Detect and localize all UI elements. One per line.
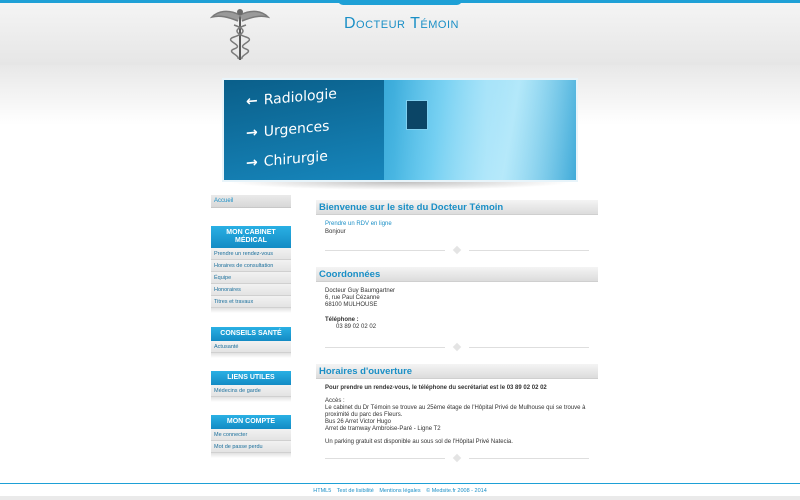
- address-street: 6, rue Paul Cézanne: [325, 295, 380, 301]
- footer-link-mentions[interactable]: Mentions légales: [379, 488, 420, 494]
- sidebar-item-medecins-garde[interactable]: Médecins de garde: [211, 385, 291, 397]
- footer: HTML5 Test de lisibilité Mentions légale…: [0, 488, 800, 494]
- section-divider: [325, 342, 589, 352]
- section-divider: [325, 245, 589, 255]
- sidebar-item-equipe[interactable]: Équipe: [211, 272, 291, 284]
- footer-accent-line: [0, 483, 800, 484]
- coords-title: Coordonnées: [316, 267, 598, 282]
- sidebar-block-shadow: [211, 397, 291, 402]
- sidebar-item-honoraires[interactable]: Honoraires: [211, 284, 291, 296]
- sidebar-block-shadow: [211, 353, 291, 358]
- footer-link-lisibilite[interactable]: Test de lisibilité: [337, 488, 374, 494]
- arrow-right-icon: →: [246, 124, 258, 142]
- sidebar-item-mot-de-passe[interactable]: Mot de passe perdu: [211, 441, 291, 453]
- footer-link-html5[interactable]: HTML5: [313, 488, 331, 494]
- site-title[interactable]: Docteur Témoin: [344, 15, 459, 33]
- address-city: 68100 MULHOUSE: [325, 302, 378, 308]
- welcome-section: Bienvenue sur le site du Docteur Témoin …: [316, 200, 598, 260]
- arrow-right-icon: →: [246, 154, 258, 172]
- banner-shadow: [228, 182, 572, 190]
- nav-home[interactable]: Accueil: [211, 195, 291, 208]
- bottom-bar: [0, 496, 800, 500]
- hours-section: Horaires d'ouverture Pour prendre un ren…: [316, 364, 598, 464]
- welcome-title: Bienvenue sur le site du Docteur Témoin: [316, 200, 598, 215]
- access-line: Arret de tramway Ambroise-Paré - Ligne T…: [325, 426, 441, 432]
- sidebar-item-actusante[interactable]: Actusanté: [211, 341, 291, 353]
- access-line: Bus 26 Arret Victor Hugo: [325, 419, 391, 425]
- sidebar-conseils: CONSEILS SANTÉ Actusanté: [211, 327, 291, 358]
- sidebar-compte: MON COMPTE Me connecter Mot de passe per…: [211, 415, 291, 458]
- sidebar-cabinet: MON CABINET MÉDICAL Prendre un rendez-vo…: [211, 226, 291, 313]
- sidebar-liens-title: LIENS UTILES: [211, 371, 291, 385]
- banner-door: [406, 100, 428, 130]
- sidebar-block-shadow: [211, 453, 291, 458]
- arrow-left-icon: ←: [246, 92, 258, 110]
- sidebar-compte-title: MON COMPTE: [211, 415, 291, 429]
- sidebar-item-rendez-vous[interactable]: Prendre un rendez-vous: [211, 248, 291, 260]
- section-divider: [325, 453, 589, 463]
- sidebar-item-horaires[interactable]: Horaires de consultation: [211, 260, 291, 272]
- phone-number: 03 89 02 02 02: [336, 324, 377, 330]
- access-line: Le cabinet du Dr Témoin se trouve au 25è…: [325, 405, 586, 418]
- rdv-online-link[interactable]: Prendre un RDV en ligne: [325, 221, 589, 228]
- top-accent-tab: [338, 0, 462, 5]
- hours-title: Horaires d'ouverture: [316, 364, 598, 379]
- sidebar-cabinet-title: MON CABINET MÉDICAL: [211, 226, 291, 248]
- phone-label: Téléphone :: [325, 317, 359, 323]
- welcome-text: Bonjour: [325, 229, 346, 235]
- header: [0, 3, 800, 65]
- sidebar-block-shadow: [211, 308, 291, 313]
- coords-section: Coordonnées Docteur Guy Baumgartner 6, r…: [316, 267, 598, 357]
- doctor-name: Docteur Guy Baumgartner: [325, 288, 396, 294]
- hours-intro: Pour prendre un rendez-vous, le téléphon…: [325, 385, 547, 391]
- banner-corridor: [394, 80, 576, 180]
- footer-copyright[interactable]: © Medsite.fr 2008 - 2014: [426, 488, 487, 494]
- sidebar-liens: LIENS UTILES Médecins de garde: [211, 371, 291, 402]
- hero-banner: ← Radiologie → Urgences → Chirurgie: [222, 78, 578, 182]
- sidebar-conseils-title: CONSEILS SANTÉ: [211, 327, 291, 341]
- parking-info: Un parking gratuit est disponible au sou…: [325, 439, 513, 445]
- sidebar-item-connecter[interactable]: Me connecter: [211, 429, 291, 441]
- caduceus-icon: [210, 9, 270, 60]
- access-label: Accès :: [325, 398, 345, 404]
- sidebar-item-titres[interactable]: Titres et travaux: [211, 296, 291, 308]
- nav-home-label[interactable]: Accueil: [211, 195, 291, 207]
